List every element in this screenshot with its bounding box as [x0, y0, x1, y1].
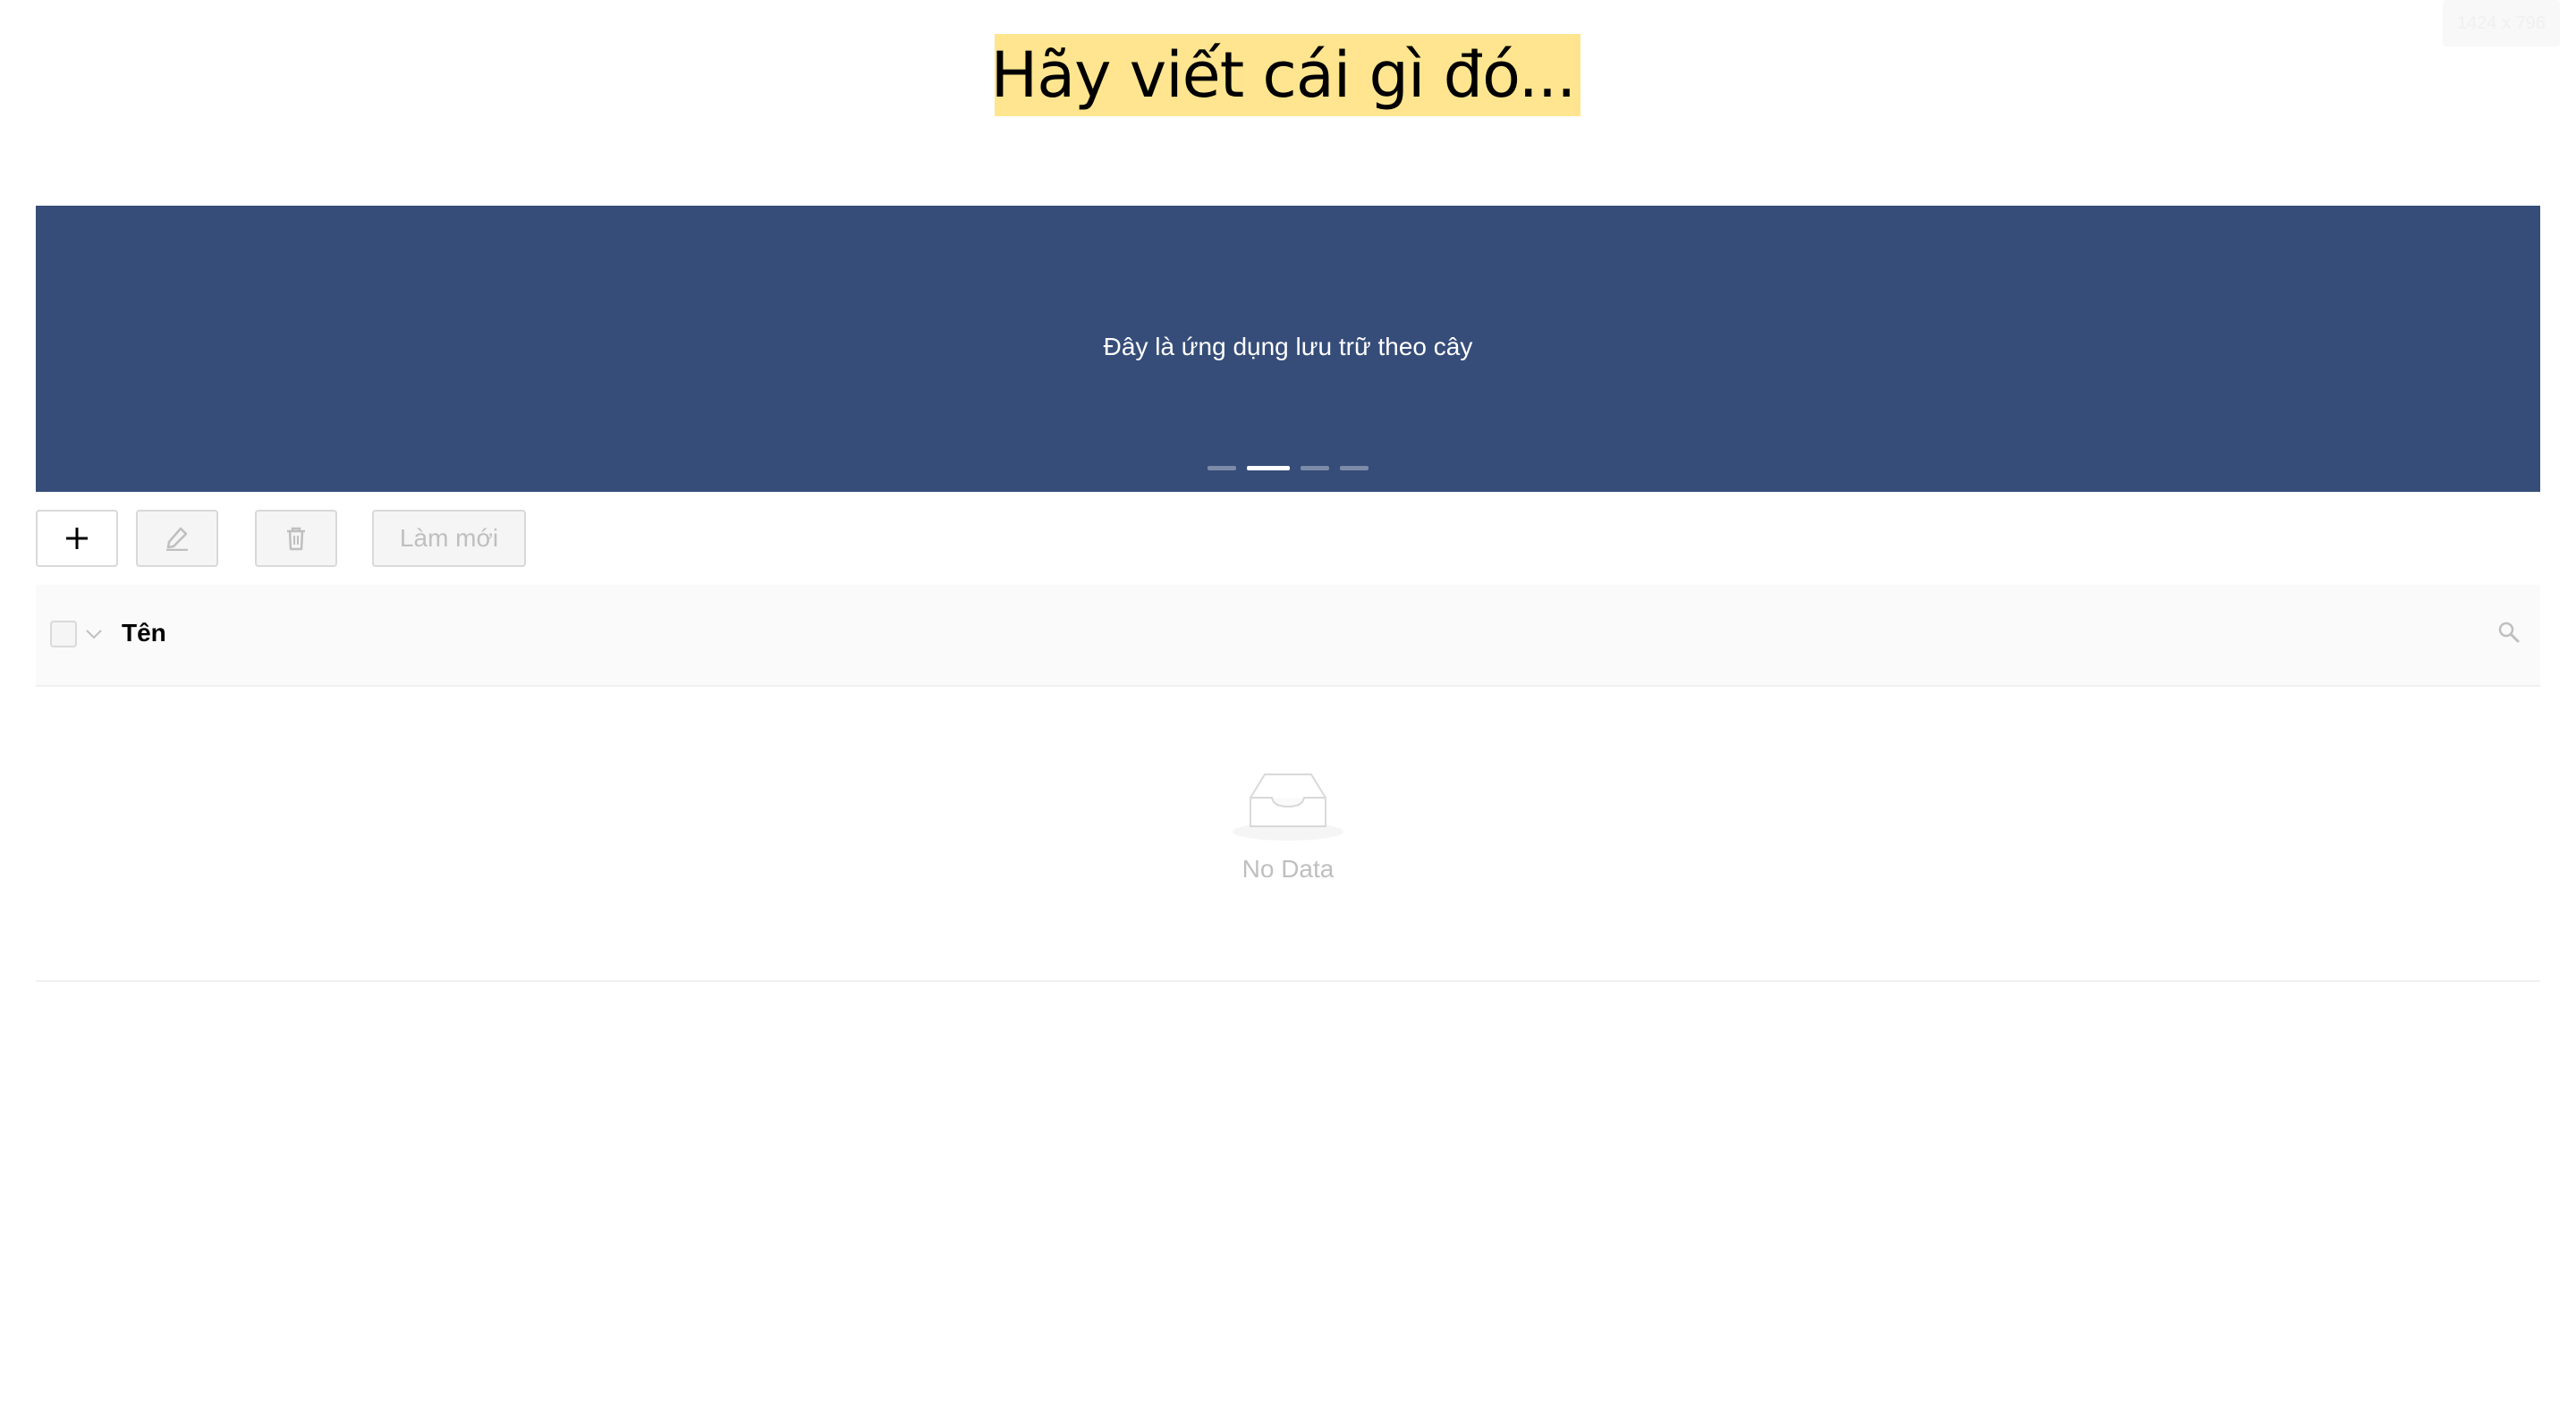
- chevron-down-icon[interactable]: [84, 624, 104, 644]
- empty-state: No Data: [36, 767, 2540, 884]
- carousel-banner[interactable]: Đây là ứng dụng lưu trữ theo cây: [36, 206, 2540, 492]
- empty-inbox-icon: [1233, 774, 1343, 841]
- toolbar: Làm mới: [36, 510, 572, 567]
- editable-title[interactable]: Hãy viết cái gì đó...: [991, 34, 1580, 116]
- refresh-button[interactable]: Làm mới: [372, 510, 526, 567]
- carousel-slide-text: Đây là ứng dụng lưu trữ theo cây: [1103, 333, 1473, 360]
- carousel-dot-4[interactable]: [1340, 466, 1368, 470]
- carousel-dot-1[interactable]: [1208, 466, 1236, 470]
- select-all-checkbox[interactable]: [50, 621, 77, 647]
- plus-icon: [66, 528, 88, 549]
- page-title[interactable]: Hãy viết cái gì đó...: [991, 38, 1577, 112]
- table-header: Tên: [36, 585, 2540, 687]
- column-title-name: Tên: [122, 619, 166, 647]
- empty-text: No Data: [1241, 855, 1335, 883]
- carousel-dot-3[interactable]: [1301, 466, 1329, 470]
- carousel-dot-2[interactable]: [1247, 466, 1290, 470]
- delete-button[interactable]: [255, 510, 337, 567]
- search-icon[interactable]: [2497, 621, 2521, 644]
- size-badge: 1424 x 796: [2443, 0, 2560, 47]
- page: 1424 x 796 Hãy viết cái gì đó... Đây là …: [0, 0, 2576, 1404]
- edit-button[interactable]: [136, 510, 218, 567]
- trash-icon: [287, 527, 305, 551]
- carousel-dots: [36, 466, 2540, 470]
- edit-icon: [166, 527, 188, 551]
- add-button[interactable]: [36, 510, 118, 567]
- table-body: No Data: [36, 687, 2540, 982]
